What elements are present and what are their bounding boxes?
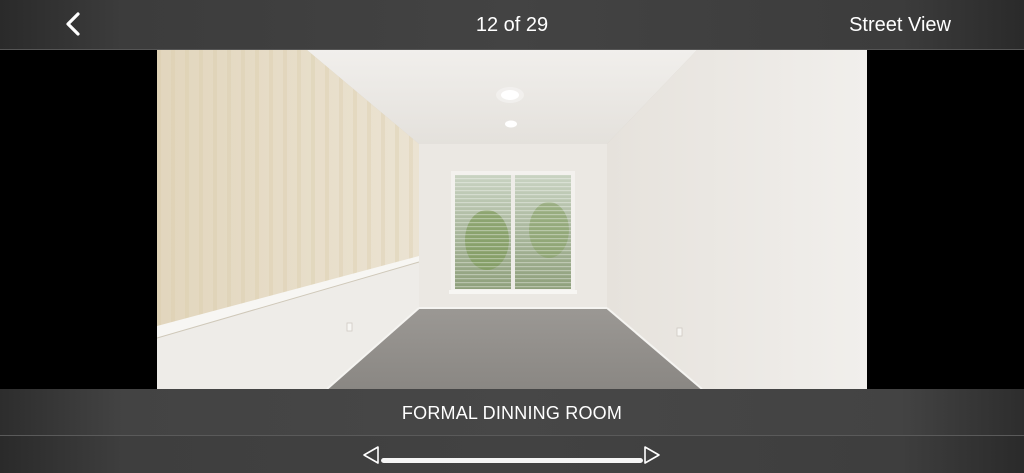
street-view-button[interactable]: Street View	[849, 12, 951, 38]
photo-viewer-screen: 12 of 29 Street View FORMAL DINNING ROOM	[0, 0, 1024, 473]
progress-slider-fill	[381, 458, 643, 463]
chevron-left-icon	[66, 12, 80, 36]
next-button[interactable]	[643, 445, 661, 465]
back-button[interactable]	[58, 8, 90, 40]
photo-caption: FORMAL DINNING ROOM	[401, 403, 623, 423]
triangle-left-icon	[363, 446, 379, 464]
caption-bar: FORMAL DINNING ROOM	[0, 389, 1024, 436]
triangle-right-icon	[644, 446, 660, 464]
listing-photo[interactable]	[157, 50, 867, 389]
scrubber-bar	[0, 436, 1024, 473]
photo-counter: 12 of 29	[475, 14, 549, 36]
top-bar: 12 of 29 Street View	[0, 0, 1024, 50]
previous-button[interactable]	[362, 445, 380, 465]
room-photo-image	[157, 50, 867, 389]
progress-slider[interactable]	[381, 458, 643, 463]
